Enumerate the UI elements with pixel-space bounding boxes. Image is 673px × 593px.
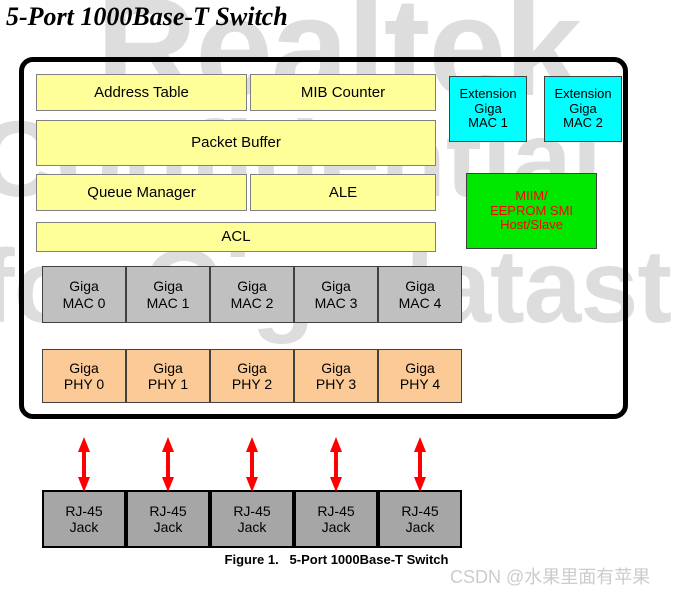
block-label-line2: MAC 2	[230, 294, 274, 311]
block-label-line1: Giga	[69, 278, 99, 295]
block-label-line2: Jack	[153, 519, 183, 535]
block-queue-manager[interactable]: Queue Manager	[36, 174, 247, 211]
block-giga-phy-4[interactable]: Giga PHY 4	[378, 349, 462, 403]
block-address-table[interactable]: Address Table	[36, 74, 247, 111]
block-label-line2: EEPROM SMI	[489, 202, 574, 218]
block-label-line1: Giga	[153, 359, 183, 376]
block-giga-mac-1[interactable]: Giga MAC 1	[126, 266, 210, 323]
bidirectional-arrow-3	[330, 437, 342, 492]
block-label: MIB Counter	[300, 83, 386, 101]
block-acl[interactable]: ACL	[36, 222, 436, 252]
block-label-line1: Giga	[321, 278, 351, 295]
csdn-watermark: CSDN @水果里面有苹果	[450, 567, 651, 587]
block-label: Packet Buffer	[191, 134, 281, 152]
block-label-line2: PHY 0	[63, 376, 105, 392]
block-extension-giga-mac-1[interactable]: Extension Giga MAC 1	[449, 76, 527, 142]
block-giga-mac-2[interactable]: Giga MAC 2	[210, 266, 294, 323]
block-label-line2: PHY 3	[315, 376, 357, 392]
block-label-line1: Giga	[321, 359, 351, 376]
block-giga-phy-1[interactable]: Giga PHY 1	[126, 349, 210, 403]
block-label: Queue Manager	[87, 183, 196, 201]
block-label-line1: Giga	[153, 278, 183, 295]
block-giga-phy-2[interactable]: Giga PHY 2	[210, 349, 294, 403]
page-title: 5-Port 1000Base-T Switch	[6, 2, 288, 31]
block-label-line1: Giga	[237, 359, 267, 376]
block-label-line1: Giga	[237, 278, 267, 295]
block-label-line2: PHY 1	[147, 376, 189, 392]
block-label: Address Table	[94, 83, 189, 101]
block-label-line2: Jack	[321, 519, 351, 535]
block-extension-giga-mac-2[interactable]: Extension Giga MAC 2	[544, 76, 622, 142]
block-giga-phy-0[interactable]: Giga PHY 0	[42, 349, 126, 403]
block-label-line3: Host/Slave	[500, 217, 563, 233]
block-label-line1: RJ-45	[401, 502, 439, 519]
block-label-line1: Giga	[405, 278, 435, 295]
block-ale[interactable]: ALE	[250, 174, 436, 211]
block-label: ALE	[328, 183, 358, 201]
block-label-line2: MAC 1	[146, 294, 190, 311]
block-mib-counter[interactable]: MIB Counter	[250, 74, 436, 111]
block-label-line1: Giga	[405, 359, 435, 376]
block-rj45-jack-3[interactable]: RJ-45 Jack	[294, 490, 378, 548]
block-label-line2: Giga	[474, 100, 502, 116]
bidirectional-arrow-1	[162, 437, 174, 492]
block-label-line2: Jack	[237, 519, 267, 535]
block-label-line1: Giga	[69, 359, 99, 376]
block-label-line2: MAC 4	[398, 294, 442, 311]
block-label-line1: RJ-45	[233, 502, 271, 519]
block-label-line3: MAC 2	[563, 115, 603, 131]
block-label-line2: Jack	[405, 519, 435, 535]
block-rj45-jack-4[interactable]: RJ-45 Jack	[378, 490, 462, 548]
block-label-line2: Jack	[69, 519, 99, 535]
block-rj45-jack-1[interactable]: RJ-45 Jack	[126, 490, 210, 548]
block-label-line1: Extension	[459, 85, 517, 101]
bidirectional-arrow-0	[78, 437, 90, 492]
block-label-line1: RJ-45	[317, 502, 355, 519]
figure-page: Realtek Confidential for Gigadatastream …	[0, 0, 673, 593]
block-giga-mac-0[interactable]: Giga MAC 0	[42, 266, 126, 323]
block-label-line2: MAC 0	[62, 294, 106, 311]
bidirectional-arrow-2	[246, 437, 258, 492]
block-label-line1: Extension	[554, 85, 612, 101]
block-rj45-jack-0[interactable]: RJ-45 Jack	[42, 490, 126, 548]
block-giga-phy-3[interactable]: Giga PHY 3	[294, 349, 378, 403]
block-label-line1: MIIM/	[515, 187, 548, 203]
block-label-line2: Giga	[569, 100, 597, 116]
block-rj45-jack-2[interactable]: RJ-45 Jack	[210, 490, 294, 548]
block-giga-mac-4[interactable]: Giga MAC 4	[378, 266, 462, 323]
block-label: ACL	[221, 228, 251, 246]
block-label-line2: PHY 2	[231, 376, 273, 392]
block-label-line1: RJ-45	[149, 502, 187, 519]
block-miim-eeprom-smi[interactable]: MIIM/ EEPROM SMI Host/Slave	[466, 173, 597, 249]
block-packet-buffer[interactable]: Packet Buffer	[36, 120, 436, 166]
block-label-line3: MAC 1	[468, 115, 508, 131]
block-label-line2: PHY 4	[399, 376, 441, 392]
block-label-line2: MAC 3	[314, 294, 358, 311]
block-label-line1: RJ-45	[65, 502, 103, 519]
bidirectional-arrow-4	[414, 437, 426, 492]
block-giga-mac-3[interactable]: Giga MAC 3	[294, 266, 378, 323]
